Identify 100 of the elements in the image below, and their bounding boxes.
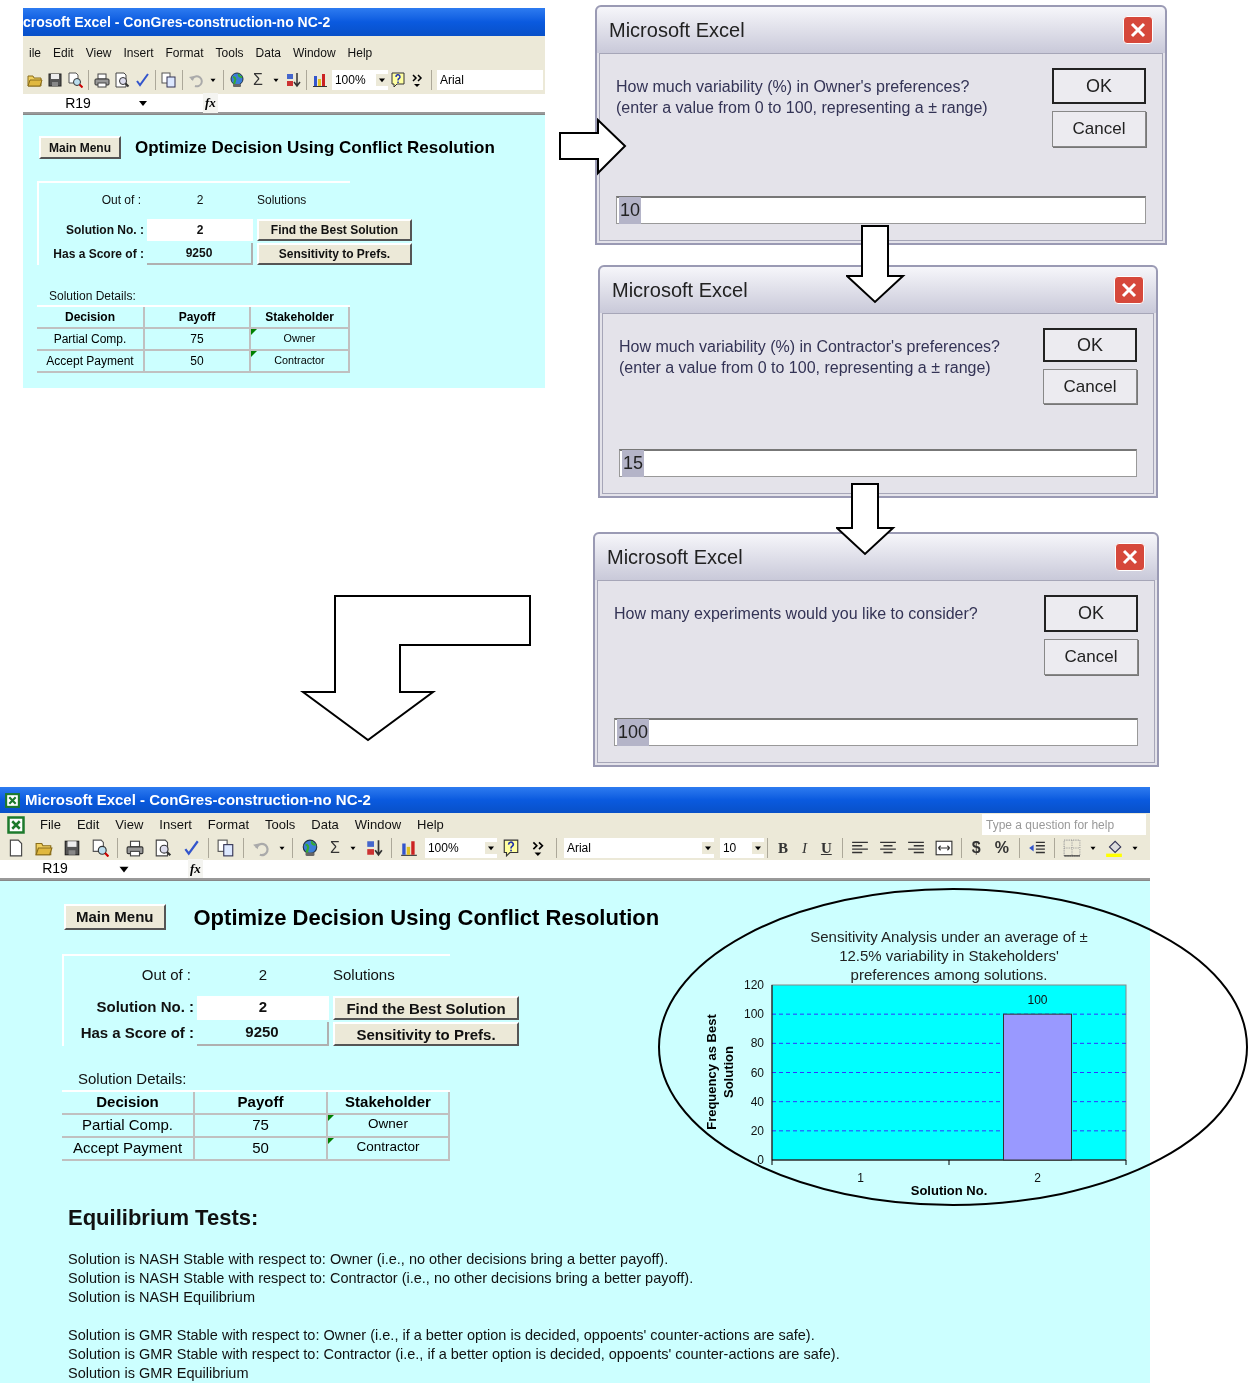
sort-icon[interactable] <box>284 72 301 88</box>
menu-item[interactable]: Window <box>286 44 342 62</box>
ok-button[interactable]: OK <box>1052 68 1146 104</box>
caret-icon[interactable] <box>484 841 497 854</box>
menu-item[interactable]: Insert <box>117 44 160 62</box>
ok-button[interactable]: OK <box>1043 328 1137 362</box>
main-menu-button[interactable]: Main Menu <box>64 904 166 930</box>
menu-item[interactable]: View <box>107 814 152 835</box>
spreadsheet-icon[interactable] <box>6 814 26 835</box>
menu-item[interactable]: Edit <box>68 814 108 835</box>
globe-icon[interactable] <box>301 838 319 857</box>
menu-item[interactable]: ile <box>23 44 47 62</box>
chart-icon[interactable] <box>311 72 328 88</box>
close-button[interactable] <box>1115 543 1145 571</box>
printer-icon[interactable] <box>126 838 144 857</box>
input-field[interactable]: 100 <box>614 718 1138 746</box>
caret-icon[interactable] <box>751 841 764 854</box>
table-cell-text: Contractor <box>273 352 326 368</box>
name-box[interactable]: R19 <box>0 858 110 879</box>
axis-tick-label: 120 <box>743 978 764 992</box>
menu-item[interactable]: View <box>79 44 118 62</box>
axis-title: Frequency as Best Solution <box>703 1013 737 1132</box>
menu-item[interactable]: Format <box>159 44 210 62</box>
menu-item[interactable]: Window <box>346 814 410 835</box>
input-field[interactable]: 10 <box>616 196 1146 224</box>
save-icon[interactable] <box>63 838 81 857</box>
main-menu-button[interactable]: Main Menu <box>39 136 121 160</box>
font-dropdown[interactable]: Arial <box>436 70 543 90</box>
checkmark-icon[interactable] <box>134 72 150 88</box>
action-button[interactable]: Find the Best Solution <box>333 995 519 1020</box>
cancel-button[interactable]: Cancel <box>1052 111 1146 147</box>
copy-icon[interactable] <box>161 72 177 88</box>
menu-item[interactable]: Data <box>249 44 287 62</box>
format-button[interactable]: U <box>813 836 839 860</box>
input-field[interactable]: 15 <box>619 449 1137 477</box>
action-button[interactable]: Sensitivity to Prefs. <box>257 242 412 265</box>
caret-icon[interactable] <box>701 841 714 854</box>
font-dropdown[interactable]: Arial <box>563 837 714 858</box>
fill-color-icon[interactable] <box>1104 838 1123 857</box>
menu-item[interactable]: Format <box>199 814 257 835</box>
zoom-dropdown[interactable]: 100% <box>424 837 497 858</box>
menu-item[interactable]: Data <box>303 814 347 835</box>
table-cell: Accept Payment <box>37 350 145 373</box>
data-label: 100 <box>1027 993 1048 1008</box>
menu-item[interactable]: Help <box>341 44 379 62</box>
prompt-text: How much variability (%) in Owner's preferences? (enter a value from 0 to 100, representing a ± range) <box>616 77 988 118</box>
entered-value: 15 <box>622 450 645 477</box>
section-label: Solution Details: <box>77 1068 187 1089</box>
column-header: Decision <box>37 306 145 329</box>
menu-item[interactable]: Edit <box>47 44 80 62</box>
input-cell[interactable]: 2 <box>197 995 329 1020</box>
document-magnifier-icon[interactable] <box>67 72 83 88</box>
action-button[interactable]: Find the Best Solution <box>257 218 412 241</box>
save-icon[interactable] <box>47 72 63 88</box>
sort-icon[interactable] <box>364 838 383 857</box>
format-button[interactable]: I <box>794 836 814 860</box>
menu-item[interactable]: File <box>32 814 69 835</box>
input-cell[interactable]: 2 <box>147 218 253 241</box>
window-title: crosoft Excel - ConGres-construction-no NC-2 <box>23 12 331 32</box>
font-size-dropdown[interactable]: 10 <box>719 837 764 858</box>
axis-title: Solution No. <box>909 1182 989 1200</box>
borders-icon[interactable] <box>1062 838 1081 857</box>
table-cell: Partial Comp. <box>62 1115 195 1138</box>
zoom-dropdown[interactable]: 100% <box>331 70 388 90</box>
menu-item[interactable]: Insert <box>151 814 200 835</box>
checkmark-icon[interactable] <box>182 838 200 857</box>
document-magnifier-icon[interactable] <box>91 838 109 857</box>
value-cell: 9250 <box>147 242 253 265</box>
merge-cells-icon[interactable] <box>934 838 953 857</box>
chart-icon[interactable] <box>399 838 418 857</box>
close-button[interactable] <box>1123 16 1153 44</box>
caret-icon[interactable] <box>375 74 388 86</box>
cancel-button[interactable]: Cancel <box>1044 639 1138 675</box>
table-cell: 50 <box>145 350 251 373</box>
ok-button[interactable]: OK <box>1044 595 1138 632</box>
menu-item[interactable]: Help <box>409 814 452 835</box>
print-preview-icon[interactable] <box>114 72 130 88</box>
menu-item[interactable]: Tools <box>209 44 250 62</box>
help-icon[interactable] <box>501 838 520 857</box>
close-button[interactable] <box>1114 276 1144 304</box>
print-preview-icon[interactable] <box>154 838 172 857</box>
result-text: Solution is NASH Equilibrium <box>68 1288 256 1307</box>
name-box[interactable]: R19 <box>23 92 133 114</box>
copy-icon[interactable] <box>217 838 235 857</box>
new-document-icon[interactable] <box>7 838 25 857</box>
right-arrow <box>558 118 628 176</box>
sum-button[interactable]: Σ <box>324 836 346 860</box>
menu-item[interactable]: Tools <box>257 814 304 835</box>
format-button[interactable]: B <box>770 836 795 860</box>
printer-icon[interactable] <box>94 72 110 88</box>
label: Has a Score of : <box>79 1023 195 1044</box>
sum-button[interactable]: Σ <box>247 68 269 92</box>
number-format-button[interactable]: $ <box>964 836 988 860</box>
table-cell: Partial Comp. <box>37 328 145 351</box>
number-format-button[interactable]: % <box>987 836 1016 860</box>
cancel-button[interactable]: Cancel <box>1043 369 1137 404</box>
help-icon[interactable] <box>389 72 406 88</box>
action-button[interactable]: Sensitivity to Prefs. <box>333 1021 519 1046</box>
globe-icon[interactable] <box>229 72 245 88</box>
help-search-field[interactable]: Type a question for help <box>982 814 1146 836</box>
